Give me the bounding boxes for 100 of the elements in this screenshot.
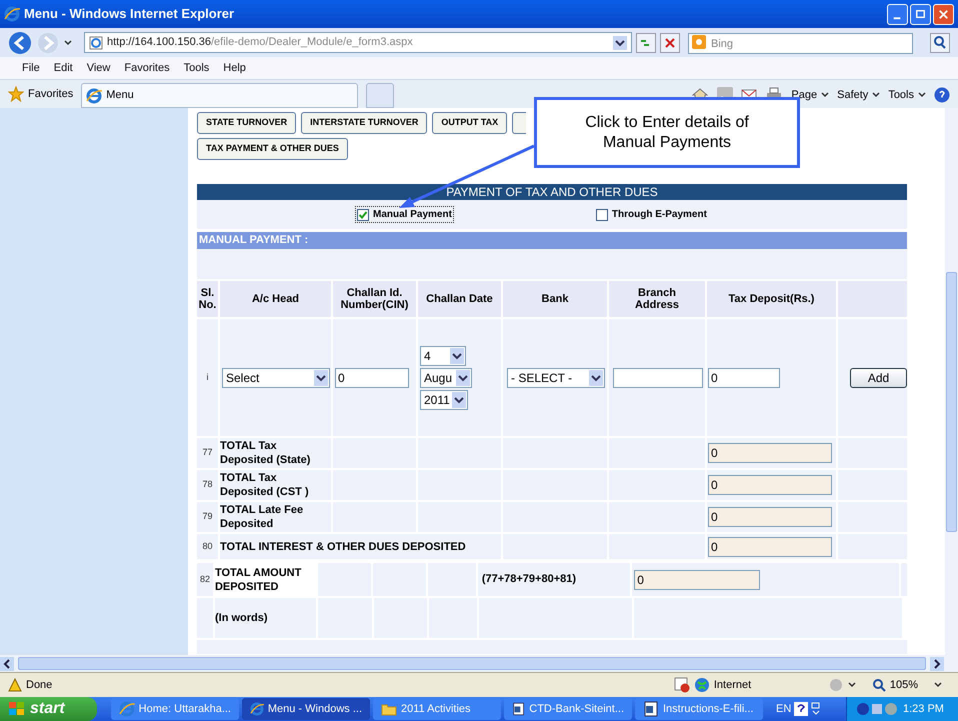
command-button[interactable]: Page — [791, 86, 830, 103]
globe-icon — [694, 677, 710, 693]
row-number: 78 — [197, 470, 218, 500]
restore-icon — [811, 702, 822, 716]
menu-item[interactable]: File — [22, 60, 40, 76]
row-number: 77 — [197, 438, 218, 468]
command-button[interactable]: Tools — [888, 86, 926, 103]
total-field[interactable]: 0 — [708, 507, 832, 527]
star-icon — [8, 86, 24, 102]
page-icon — [89, 36, 103, 50]
caret-icon — [934, 682, 942, 688]
section-button[interactable]: OUTPUT TAX — [432, 112, 508, 134]
column-header: Bank — [503, 281, 607, 317]
add-button[interactable]: Add — [850, 368, 907, 388]
caret-icon — [848, 682, 856, 688]
zone-text: Internet — [714, 678, 752, 693]
windows-logo-icon — [8, 701, 26, 717]
url-text: http://164.100.150.36/efile-demo/Dealer_Module/e_form3.aspx — [107, 35, 413, 50]
month-select[interactable]: Augu — [420, 368, 472, 388]
bank-select[interactable]: - SELECT - — [507, 368, 605, 388]
help-icon — [794, 702, 808, 716]
close-button[interactable] — [933, 4, 954, 24]
total-amount-field[interactable]: 0 — [634, 570, 760, 590]
back-button[interactable] — [8, 30, 32, 54]
protected-mode-icon — [828, 677, 844, 693]
section-button[interactable]: INTERSTATE TURNOVER — [301, 112, 428, 134]
section-button[interactable] — [512, 112, 526, 134]
challan-number-field[interactable]: 0 — [335, 368, 409, 388]
tax-deposit-field[interactable]: 0 — [708, 368, 780, 388]
branch-address-field[interactable] — [613, 368, 703, 388]
payment-option[interactable]: Through E-Payment — [596, 207, 707, 222]
browser-icon — [86, 88, 102, 104]
day-select[interactable]: 4 — [420, 346, 466, 366]
vertical-scrollbar[interactable] — [945, 108, 958, 655]
total-field[interactable]: 0 — [708, 536, 832, 556]
caret-icon — [64, 40, 72, 46]
account-head-select[interactable]: Select — [222, 368, 330, 388]
table-cell — [838, 281, 907, 317]
column-header: Challan Date — [418, 281, 501, 317]
browser-tab[interactable]: Menu — [81, 83, 358, 108]
in-words-label: (In words) — [215, 598, 316, 638]
total-field[interactable]: 0 — [708, 475, 832, 495]
search-button[interactable] — [930, 32, 950, 52]
checkbox[interactable] — [357, 208, 369, 220]
formula-text: (77+78+79+80+81) — [478, 563, 630, 596]
row-number: i — [197, 319, 218, 436]
search-provider-icon — [692, 34, 706, 48]
taskbar-button[interactable]: Instructions-E-fili... — [635, 698, 763, 720]
browser-icon — [250, 701, 264, 717]
row-number: 82 — [197, 563, 213, 596]
column-header: Branch Address — [609, 281, 705, 317]
language-indicator[interactable]: EN — [776, 700, 792, 718]
document-icon — [643, 701, 659, 717]
year-select[interactable]: 2011 — [420, 390, 468, 410]
maximize-button[interactable] — [910, 4, 931, 24]
column-header: Challan Id. Number(CIN) — [333, 281, 416, 317]
column-header: Tax Deposit(Rs.) — [707, 281, 836, 317]
zoom-icon — [872, 678, 886, 692]
section-button[interactable]: TAX PAYMENT & OTHER DUES — [197, 138, 348, 160]
horizontal-scrollbar[interactable] — [0, 655, 958, 672]
column-header: Sl. No. — [197, 281, 218, 317]
taskbar-button[interactable]: Home: Uttarakha... — [111, 698, 239, 720]
zoom-button[interactable]: 105% — [872, 676, 950, 694]
section-heading: MANUAL PAYMENT : — [197, 232, 907, 249]
menu-item[interactable]: Edit — [54, 60, 73, 76]
total-label: TOTAL INTEREST & OTHER DUES DEPOSITED — [220, 534, 501, 559]
total-field[interactable]: 0 — [708, 443, 832, 463]
stop-button[interactable] — [660, 32, 680, 52]
row-number: 79 — [197, 502, 218, 532]
minimize-button[interactable] — [887, 4, 908, 24]
warning-icon — [8, 678, 22, 692]
refresh-button[interactable] — [636, 32, 656, 52]
caret-icon — [872, 92, 880, 98]
blocked-icon — [674, 677, 690, 693]
checkbox[interactable] — [596, 208, 608, 220]
clock: 1:23 PM — [903, 702, 944, 717]
address-field[interactable]: http://164.100.150.36/efile-demo/Dealer_Module/e_form3.aspx — [84, 32, 632, 53]
total-label: TOTAL Tax Deposited (CST ) — [220, 470, 331, 500]
document-icon — [512, 701, 526, 717]
scrollbar-thumb[interactable] — [946, 272, 957, 532]
scroll-right-icon — [930, 656, 944, 670]
window-title: Menu - Windows Internet Explorer — [24, 5, 234, 24]
menu-item[interactable]: Favorites — [124, 60, 170, 76]
menu-item[interactable]: Help — [223, 60, 246, 76]
section-button[interactable]: STATE TURNOVER — [197, 112, 296, 134]
scroll-left-icon — [0, 656, 14, 670]
total-label: TOTAL Late Fee Deposited — [220, 502, 331, 532]
taskbar-button[interactable]: Menu - Windows ... — [242, 698, 370, 720]
section-title: PAYMENT OF TAX AND OTHER DUES — [197, 184, 907, 200]
total-label: TOTAL Tax Deposited (State) — [220, 438, 331, 468]
dropdown-button[interactable] — [613, 36, 627, 50]
menu-item[interactable]: Tools — [184, 60, 210, 76]
taskbar-button[interactable]: 2011 Activities — [373, 698, 501, 720]
scrollbar-thumb[interactable] — [18, 657, 926, 670]
command-button[interactable]: Safety — [837, 86, 880, 103]
menu-item[interactable]: View — [86, 60, 110, 76]
favorites-button[interactable]: Favorites — [8, 83, 74, 105]
search-field[interactable]: Bing — [688, 33, 913, 54]
taskbar-button[interactable]: CTD-Bank-Siteint... — [504, 698, 632, 720]
browser-icon — [4, 6, 20, 22]
